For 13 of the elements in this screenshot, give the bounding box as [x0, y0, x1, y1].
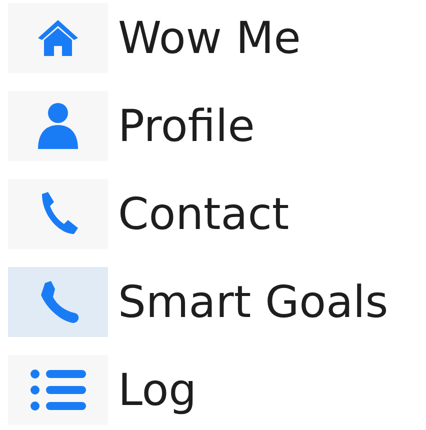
list-icon	[30, 368, 86, 412]
person-icon	[36, 101, 80, 151]
nav-label: Profile	[118, 100, 255, 152]
nav-label: Wow Me	[118, 12, 301, 64]
nav-item[interactable]: Smart Goals	[8, 266, 426, 338]
nav-item[interactable]: Wow Me	[8, 2, 426, 74]
nav-label: Log	[118, 364, 197, 416]
nav-item[interactable]: Contact	[8, 178, 426, 250]
nav-label: Contact	[118, 188, 290, 240]
nav-item[interactable]: Log	[8, 354, 426, 426]
home-icon	[36, 18, 80, 58]
nav-item[interactable]: Profile	[8, 90, 426, 162]
nav-label: Smart Goals	[118, 276, 388, 328]
